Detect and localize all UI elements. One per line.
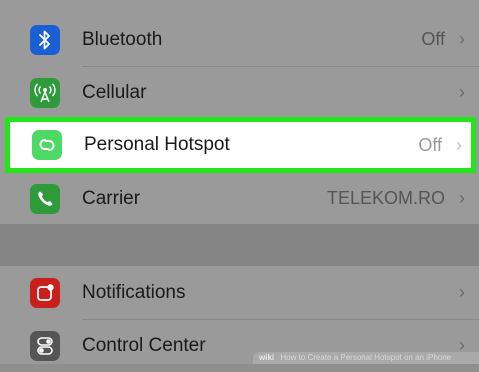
chevron-right-icon: › [459,82,465,102]
hotspot-chain-icon [32,130,62,160]
chevron-right-icon: › [456,135,462,155]
settings-row-carrier[interactable]: Carrier TELEKOM.RO › [0,172,479,225]
control-center-icon [30,331,60,361]
bluetooth-label: Bluetooth [82,29,163,50]
wikihow-logo: wiki [259,353,275,362]
settings-row-bluetooth[interactable]: Bluetooth Off › [0,13,479,66]
settings-row-cellular[interactable]: Cellular › [0,66,479,119]
notifications-icon [30,278,60,308]
settings-row-control-center[interactable]: Control Center › [0,319,479,372]
personal-hotspot-label: Personal Hotspot [84,134,230,155]
bluetooth-value: Off [421,29,445,49]
settings-screen: Bluetooth Off › Cellular › Personal Hots… [0,0,479,364]
control-center-label: Control Center [82,335,206,356]
chevron-right-icon: › [459,29,465,49]
settings-row-notifications[interactable]: Notifications › [0,266,479,319]
cellular-antenna-icon [30,78,60,108]
chevron-right-icon: › [459,335,465,355]
settings-group-connectivity: Bluetooth Off › Cellular › Personal Hots… [0,0,479,224]
section-gap [0,224,479,266]
personal-hotspot-value: Off [418,135,442,155]
settings-row-personal-hotspot[interactable]: Personal Hotspot Off › [5,117,476,173]
notifications-label: Notifications [82,282,186,303]
carrier-label: Carrier [82,188,141,209]
chevron-right-icon: › [459,188,465,208]
carrier-value: TELEKOM.RO [326,188,445,208]
watermark-text: How to Create a Personal Hotspot on an i… [280,353,452,362]
phone-icon [30,184,60,214]
cellular-label: Cellular [82,82,147,103]
chevron-right-icon: › [459,282,465,302]
bluetooth-icon [30,25,60,55]
settings-group-system: Notifications › Control Center › [0,266,479,364]
watermark: wiki How to Create a Personal Hotspot on… [253,352,479,364]
